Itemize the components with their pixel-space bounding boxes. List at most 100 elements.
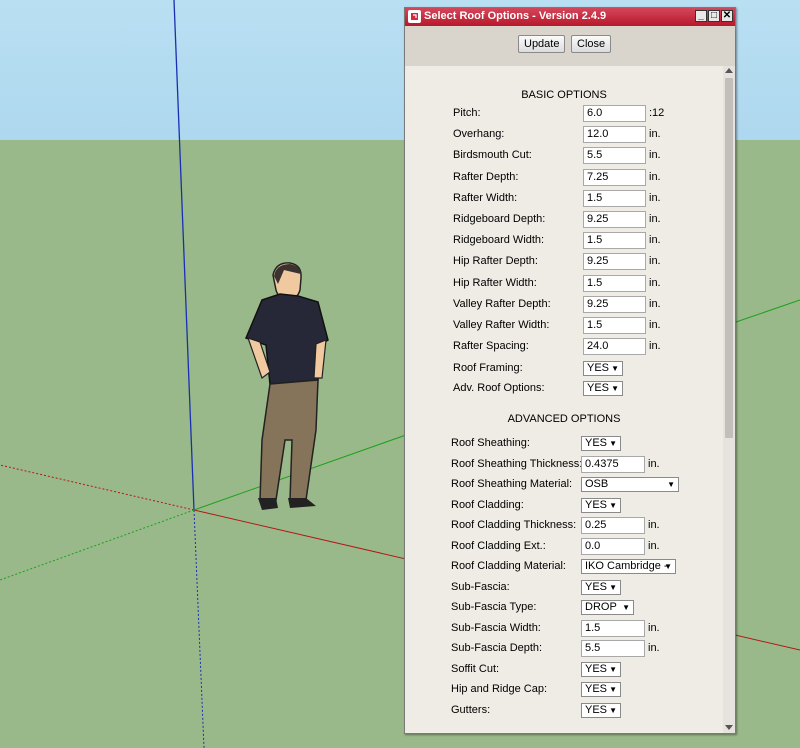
field-label: Roof Sheathing: (451, 437, 530, 449)
basic-row-ridgeboard-depth: Ridgeboard Depth: 9.25 in. (405, 211, 723, 229)
caret-down-icon: ▼ (609, 685, 617, 694)
roof-cladding-material-select[interactable]: IKO Cambridge - ▼ (581, 559, 676, 574)
advanced-row-sub-fascia-depth: Sub-Fascia Depth: 5.5 in. (405, 640, 723, 658)
dialog-titlebar[interactable]: Select Roof Options - Version 2.4.9 _ □ … (405, 8, 735, 26)
update-button[interactable]: Update (518, 35, 565, 53)
unit-label: :12 (649, 107, 665, 119)
birdsmouth-cut-input[interactable]: 5.5 (583, 147, 646, 165)
unit-label: in. (648, 519, 660, 531)
minimize-button[interactable]: _ (695, 10, 707, 22)
hip-rafter-width-input[interactable]: 1.5 (583, 274, 646, 292)
advanced-options-heading: ADVANCED OPTIONS (507, 413, 621, 425)
vertical-scrollbar[interactable] (723, 66, 735, 733)
select-value: DROP (585, 601, 617, 613)
ridgeboard-depth-input[interactable]: 9.25 (583, 211, 646, 228)
dialog-toolbar: Update Close (405, 26, 735, 66)
close-window-button[interactable]: ✕ (721, 10, 733, 22)
roof-sheathing-select[interactable]: YES ▼ (581, 436, 621, 451)
options-form: BASIC OPTIONS ADVANCED OPTIONS Pitch: 6.0… (405, 66, 723, 733)
field-label: Rafter Spacing: (453, 340, 529, 353)
field-label: Gutters: (451, 703, 491, 716)
unit-label: in. (649, 255, 661, 268)
unit-label: in. (649, 234, 661, 247)
field-label: Valley Rafter Depth: (453, 297, 551, 310)
field-label: Roof Cladding: (451, 498, 524, 511)
roof-sheathing-material-select[interactable]: OSB ▼ (581, 477, 679, 492)
maximize-button[interactable]: □ (708, 10, 720, 22)
basic-row-adv-roof-options: Adv. Roof Options: YES ▼ (405, 380, 723, 398)
unit-label: in. (648, 539, 660, 552)
caret-down-icon: ▼ (664, 562, 672, 571)
field-label: Ridgeboard Depth: (453, 213, 546, 225)
valley-rafter-depth-input[interactable]: 9.25 (583, 295, 646, 313)
advanced-row-gutters: Gutters: YES ▼ (405, 702, 723, 720)
sub-fascia-depth-input[interactable]: 5.5 (581, 640, 645, 657)
basic-row-rafter-depth: Rafter Depth: 7.25 in. (405, 168, 723, 187)
basic-row-overhang: Overhang: 12.0 in. (405, 126, 723, 144)
field-label: Roof Sheathing Material: (451, 478, 573, 490)
advanced-row-roof-sheathing: Roof Sheathing: YES ▼ (405, 435, 723, 453)
field-label: Soffit Cut: (451, 662, 500, 675)
sub-fascia-type-select[interactable]: DROP ▼ (581, 600, 634, 615)
roof-framing-select[interactable]: YES ▼ (583, 361, 623, 376)
valley-rafter-width-input[interactable]: 1.5 (583, 317, 646, 334)
caret-down-icon: ▼ (609, 582, 617, 592)
basic-row-hip-rafter-width: Hip Rafter Width: 1.5 in. (405, 274, 723, 293)
basic-row-valley-rafter-width: Valley Rafter Width: 1.5 in. (405, 317, 723, 335)
select-value: YES (587, 381, 610, 394)
field-label: Roof Cladding Thickness: (451, 519, 577, 531)
gutters-select[interactable]: YES ▼ (581, 702, 621, 718)
overhang-input[interactable]: 12.0 (583, 126, 646, 144)
select-value: YES (585, 662, 608, 675)
unit-label: in. (649, 340, 661, 353)
sketchup-ruby-icon (408, 10, 421, 23)
advanced-row-roof-sheathing-thickness: Roof Sheathing Thickness: 0.4375 in. (405, 455, 723, 474)
hip-rafter-depth-input[interactable]: 9.25 (583, 253, 646, 271)
field-label: Roof Cladding Ext.: (451, 539, 546, 552)
select-value: YES (587, 362, 610, 374)
scroll-down-icon[interactable] (725, 725, 733, 730)
pitch-input[interactable]: 6.0 (583, 105, 646, 122)
field-label: Rafter Depth: (453, 170, 519, 183)
caret-down-icon: ▼ (609, 500, 617, 510)
hip-and-ridge-cap-select[interactable]: YES ▼ (581, 682, 621, 697)
ridgeboard-width-input[interactable]: 1.5 (583, 232, 646, 250)
advanced-row-roof-sheathing-material: Roof Sheathing Material: OSB ▼ (405, 476, 723, 494)
sub-fascia-select[interactable]: YES ▼ (581, 579, 621, 595)
sub-fascia-width-input[interactable]: 1.5 (581, 619, 645, 637)
unit-label: in. (649, 149, 661, 162)
field-label: Birdsmouth Cut: (453, 149, 532, 162)
advanced-row-soffit-cut: Soffit Cut: YES ▼ (405, 661, 723, 679)
basic-row-roof-framing: Roof Framing: YES ▼ (405, 360, 723, 378)
field-label: Roof Cladding Material: (451, 560, 566, 572)
adv-roof-options-select[interactable]: YES ▼ (583, 380, 623, 396)
soffit-cut-select[interactable]: YES ▼ (581, 661, 621, 677)
roof-sheathing-thickness-input[interactable]: 0.4375 (581, 455, 645, 473)
roof-options-dialog: Select Roof Options - Version 2.4.9 _ □ … (404, 7, 736, 734)
scroll-thumb[interactable] (725, 78, 733, 438)
basic-row-birdsmouth-cut: Birdsmouth Cut: 5.5 in. (405, 147, 723, 165)
scroll-up-icon[interactable] (725, 68, 733, 73)
field-label: Roof Sheathing Thickness: (451, 457, 583, 470)
field-label: Pitch: (453, 107, 481, 119)
field-label: Adv. Roof Options: (453, 381, 545, 394)
close-button[interactable]: Close (571, 35, 611, 53)
select-value: IKO Cambridge - (585, 560, 668, 572)
rafter-spacing-input[interactable]: 24.0 (583, 338, 646, 356)
field-label: Rafter Width: (453, 191, 518, 204)
unit-label: in. (648, 621, 660, 634)
roof-cladding-thickness-input[interactable]: 0.25 (581, 517, 645, 534)
rafter-depth-input[interactable]: 7.25 (583, 168, 646, 186)
advanced-row-sub-fascia-type: Sub-Fascia Type: DROP ▼ (405, 599, 723, 617)
field-label: Overhang: (453, 128, 505, 141)
roof-cladding-ext-input[interactable]: 0.0 (581, 537, 645, 555)
rafter-width-input[interactable]: 1.5 (583, 189, 646, 207)
field-label: Sub-Fascia Width: (451, 621, 541, 634)
unit-label: in. (649, 213, 661, 225)
caret-down-icon: ▼ (611, 364, 619, 373)
unit-label: in. (649, 128, 661, 141)
field-label: Ridgeboard Width: (453, 234, 545, 247)
select-value: YES (585, 683, 608, 695)
select-value: YES (585, 580, 608, 593)
roof-cladding-select[interactable]: YES ▼ (581, 497, 621, 513)
